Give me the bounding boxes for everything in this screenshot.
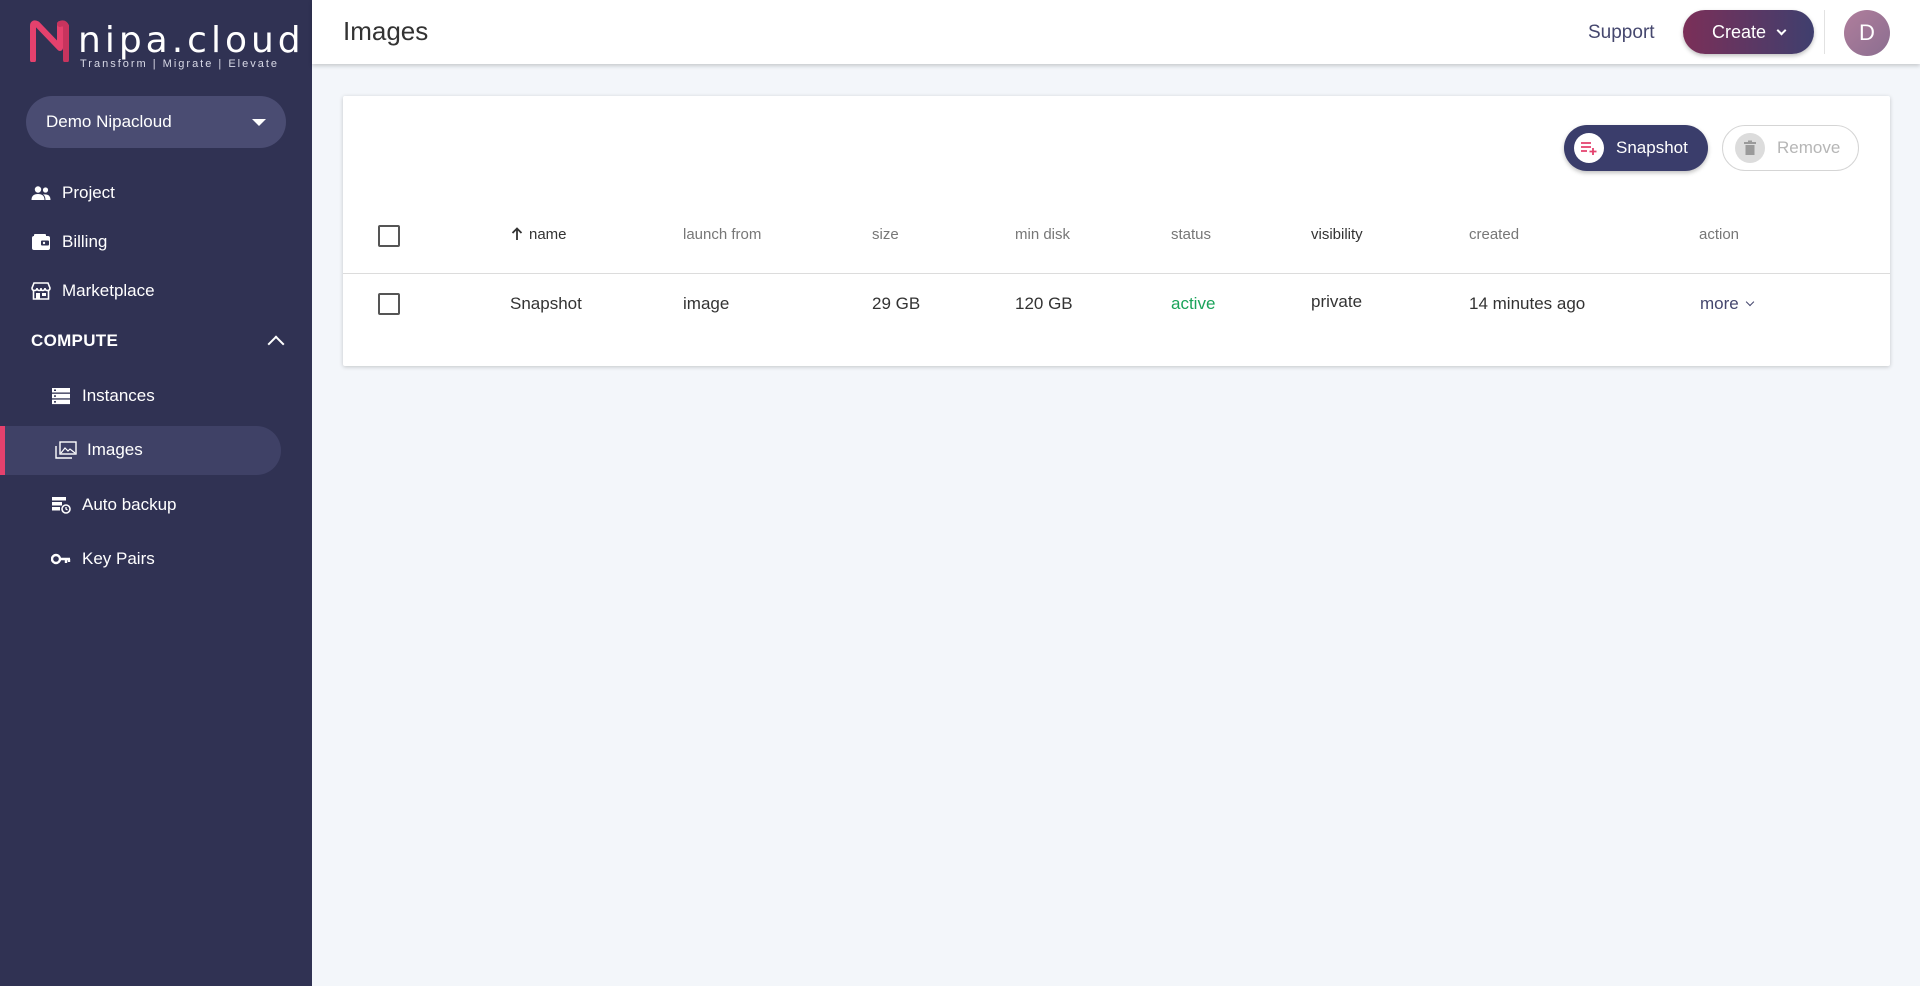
trash-icon xyxy=(1735,133,1765,163)
sidebar-item-label: Billing xyxy=(62,232,108,251)
cell-size: 29 GB xyxy=(872,294,921,313)
column-header-name[interactable]: name xyxy=(511,226,567,243)
column-header-min-disk[interactable]: min disk xyxy=(1015,226,1070,243)
cell-min-disk: 120 GB xyxy=(1015,294,1073,313)
column-header-launch-from[interactable]: launch from xyxy=(683,226,761,243)
sidebar-item-marketplace[interactable]: Marketplace xyxy=(0,267,312,315)
sidebar-item-images[interactable]: Images xyxy=(0,426,312,474)
cell-status-badge: active xyxy=(1171,294,1216,313)
column-header-visibility[interactable]: visibility xyxy=(1311,226,1363,243)
organization-selector[interactable]: Demo Nipacloud xyxy=(26,96,286,148)
column-header-created[interactable]: created xyxy=(1469,226,1519,243)
compute-section-toggle[interactable]: COMPUTE xyxy=(31,326,286,356)
sidebar-item-label: Instances xyxy=(82,386,155,405)
sidebar-item-label: Key Pairs xyxy=(82,549,155,568)
organization-selector-value: Demo Nipacloud xyxy=(46,112,172,131)
cell-launch-from: image xyxy=(683,294,730,313)
sidebar-item-billing[interactable]: Billing xyxy=(0,218,312,266)
snapshot-button[interactable]: Snapshot xyxy=(1564,125,1708,171)
avatar-initial: D xyxy=(1859,20,1875,45)
chevron-up-icon xyxy=(267,335,285,353)
column-header-size[interactable]: size xyxy=(872,226,899,243)
remove-button-label: Remove xyxy=(1777,138,1841,157)
more-label: more xyxy=(1700,294,1739,313)
compute-section-label: COMPUTE xyxy=(31,331,119,350)
store-icon xyxy=(30,280,52,302)
column-header-label: name xyxy=(529,226,567,243)
row-select-checkbox[interactable] xyxy=(378,293,400,315)
logo-tagline: Transform | Migrate | Elevate xyxy=(80,58,280,70)
header-divider xyxy=(1824,10,1825,54)
sidebar-item-label: Marketplace xyxy=(62,281,155,300)
chevron-down-icon xyxy=(1776,25,1787,35)
sidebar-item-label: Project xyxy=(62,183,115,202)
create-button-label: Create xyxy=(1711,21,1767,42)
caret-down-icon xyxy=(252,119,266,126)
row-more-menu[interactable]: more xyxy=(1700,294,1754,314)
images-icon xyxy=(55,439,77,461)
page-title: Images xyxy=(343,16,429,46)
sidebar-item-key-pairs[interactable]: Key Pairs xyxy=(0,535,312,583)
sidebar-item-project[interactable]: Project xyxy=(0,169,312,217)
people-icon xyxy=(30,182,52,204)
sidebar-item-label: Images xyxy=(87,440,143,459)
backup-icon xyxy=(50,494,72,516)
images-card: Snapshot Remove name launch from size mi… xyxy=(343,96,1890,366)
sort-ascending-icon xyxy=(511,227,523,240)
chevron-down-icon xyxy=(1745,297,1754,307)
column-header-action: action xyxy=(1699,226,1740,243)
sidebar-item-label: Auto backup xyxy=(82,495,177,514)
cell-created: 14 minutes ago xyxy=(1469,294,1586,313)
create-button[interactable]: Create xyxy=(1683,10,1814,54)
logo-wordmark: nipa.cloud xyxy=(78,20,305,61)
select-all-checkbox[interactable] xyxy=(378,225,400,247)
table-header-divider xyxy=(343,273,1890,274)
remove-button[interactable]: Remove xyxy=(1722,125,1859,171)
top-header: Images Support Create D xyxy=(312,0,1920,64)
sidebar: nipa.cloud Transform | Migrate | Elevate… xyxy=(0,0,312,986)
sidebar-item-auto-backup[interactable]: Auto backup xyxy=(0,481,312,529)
add-snapshot-icon xyxy=(1574,133,1604,163)
sidebar-item-instances[interactable]: Instances xyxy=(0,372,312,420)
support-link[interactable]: Support xyxy=(1588,22,1655,44)
user-avatar[interactable]: D xyxy=(1844,10,1890,56)
wallet-icon xyxy=(30,231,52,253)
snapshot-button-label: Snapshot xyxy=(1616,138,1688,157)
cell-name[interactable]: Snapshot xyxy=(510,294,582,314)
server-icon xyxy=(50,385,72,407)
cell-visibility: private xyxy=(1311,292,1363,311)
logo-n-mark xyxy=(30,20,69,62)
key-icon xyxy=(50,548,72,570)
column-header-status[interactable]: status xyxy=(1171,226,1211,243)
nipa-cloud-logo[interactable]: nipa.cloud Transform | Migrate | Elevate xyxy=(30,20,301,72)
